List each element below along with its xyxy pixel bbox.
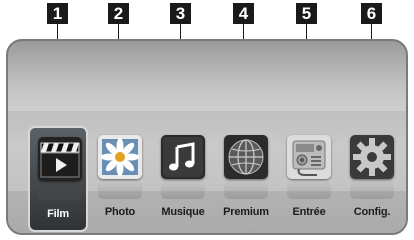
callout-1: 1: [47, 3, 68, 24]
menu-label-premium: Premium: [223, 206, 269, 218]
callout-5: 5: [296, 3, 317, 24]
settings-gear-icon: [350, 135, 394, 179]
menu-label-musique: Musique: [161, 206, 205, 218]
menu-label-config: Config.: [353, 206, 391, 218]
menu-item-photo[interactable]: Photo: [90, 126, 150, 232]
callout-3: 3: [170, 3, 191, 24]
photo-icon-reflection: [98, 181, 142, 199]
musique-icon-reflection: [161, 181, 205, 199]
screen-highlight: [8, 41, 406, 111]
menu-item-config[interactable]: Config.: [342, 126, 402, 232]
menu-label-entree: Entrée: [292, 206, 326, 218]
callout-6: 6: [361, 3, 382, 24]
home-menu-screen: Film Photo Musique Premium Entrée Config…: [6, 39, 408, 235]
premium-globe-icon: [224, 135, 268, 179]
entree-icon-reflection: [287, 181, 331, 199]
menu-item-musique[interactable]: Musique: [153, 126, 213, 232]
callout-4: 4: [233, 3, 254, 24]
music-note-icon: [161, 135, 205, 179]
photo-flower-icon: [98, 135, 142, 179]
config-icon-reflection: [350, 181, 394, 199]
premium-icon-reflection: [224, 181, 268, 199]
menu-item-entree[interactable]: Entrée: [279, 126, 339, 232]
menu-item-film[interactable]: Film: [28, 126, 88, 232]
film-clapper-icon: [38, 137, 82, 181]
menu-label-film: Film: [47, 208, 69, 220]
callout-2: 2: [108, 3, 129, 24]
input-device-icon: [287, 135, 331, 179]
menu-item-premium[interactable]: Premium: [216, 126, 276, 232]
film-icon-reflection: [38, 183, 82, 201]
menu-label-photo: Photo: [104, 206, 136, 218]
